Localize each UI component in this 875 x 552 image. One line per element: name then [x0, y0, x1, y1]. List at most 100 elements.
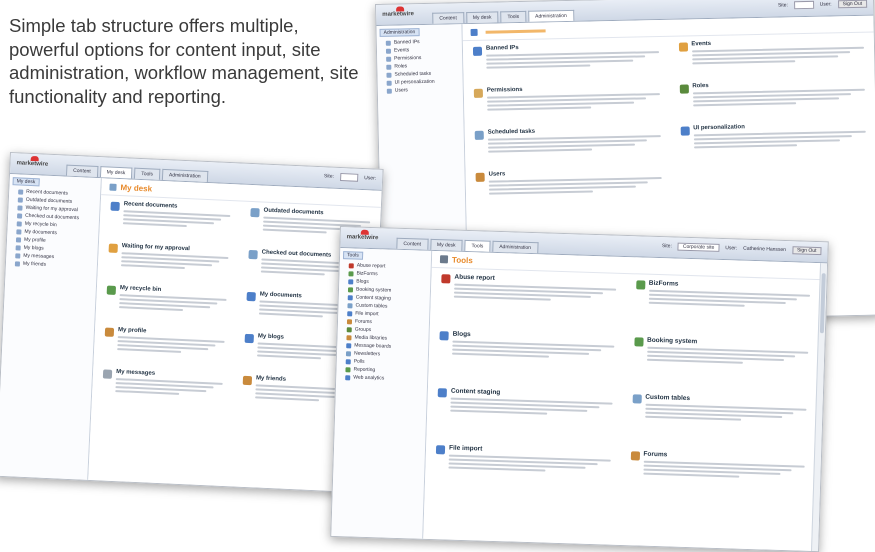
tab-tools[interactable]: Tools — [134, 167, 161, 180]
card-grid: Banned IPs Events Permissions Roles Schedule… — [472, 38, 867, 214]
tool-card-abuse-report[interactable]: Abuse report — [440, 273, 616, 335]
tool-card-events[interactable]: Events — [678, 38, 865, 84]
sign-out-button[interactable]: Sign Out — [837, 0, 868, 9]
tree-root[interactable]: Tools — [342, 251, 363, 260]
sidebar-item-label: Polls — [353, 358, 365, 365]
abuse-report-icon — [441, 274, 451, 284]
newsletters-icon — [345, 350, 352, 356]
ui-personalization-icon — [386, 80, 392, 86]
message-boards-icon — [346, 342, 352, 348]
page-title: Tools — [451, 255, 473, 265]
my-documents-icon — [246, 291, 256, 302]
logo: marketwire — [16, 155, 55, 172]
tool-card-booking-system[interactable]: Booking system — [632, 336, 809, 398]
tab-content[interactable]: Content — [432, 12, 464, 24]
sidebar-item-web-analytics[interactable]: Web analytics — [339, 373, 424, 384]
section-icon — [470, 28, 478, 36]
tab-my-desk[interactable]: My desk — [465, 11, 499, 24]
tool-card-my-profile[interactable]: My profile — [103, 326, 225, 373]
tool-card-permissions[interactable]: Permissions — [473, 84, 660, 130]
tree-root[interactable]: Administration — [379, 28, 420, 37]
card-title[interactable]: Events — [691, 38, 864, 47]
sidebar-item-label: Users — [394, 87, 408, 94]
reporting-icon — [345, 366, 351, 372]
site-select[interactable] — [339, 172, 359, 182]
tools-icon — [439, 255, 449, 264]
tab-tools[interactable]: Tools — [464, 239, 491, 252]
tool-card-content-staging[interactable]: Content staging — [436, 387, 613, 449]
tool-card-ui-personalization[interactable]: UI personalization — [680, 122, 866, 168]
section-icon — [109, 183, 117, 191]
tab-administration[interactable]: Administration — [492, 240, 539, 254]
tool-card-my-recycle-bin[interactable]: My recycle bin — [105, 285, 227, 332]
waiting-for-my-approval-icon — [108, 243, 118, 253]
sidebar-item-label: Content staging — [355, 294, 391, 302]
sidebar-item-label: Forums — [354, 318, 373, 326]
sidebar-item-label: My blogs — [23, 244, 44, 252]
tab-administration[interactable]: Administration — [161, 168, 208, 182]
sidebar-item-label: My profile — [23, 236, 46, 244]
bizforms-icon — [348, 270, 354, 276]
tool-card-my-messages[interactable]: My messages — [101, 368, 223, 415]
forums-icon — [630, 451, 640, 461]
recent-documents-icon — [18, 188, 24, 195]
tab-administration[interactable]: Administration — [528, 9, 574, 22]
bizforms-icon — [635, 280, 645, 290]
tab-content[interactable]: Content — [396, 237, 429, 250]
tool-card-forums[interactable]: Forums — [629, 450, 805, 512]
scheduled-tasks-icon — [474, 130, 484, 140]
tab-content[interactable]: Content — [65, 164, 98, 177]
tool-card-banned-ips[interactable]: Banned IPs — [472, 42, 659, 88]
tree-root[interactable]: My desk — [12, 177, 40, 187]
card-title[interactable]: Banned IPs — [486, 42, 659, 52]
custom-tables-icon — [347, 302, 353, 308]
card-description — [691, 46, 865, 65]
sidebar-item-label: BizForms — [356, 270, 378, 278]
card-grid: Recent documents Outdated documents Waitin… — [101, 201, 371, 423]
tab-my-desk[interactable]: My desk — [429, 238, 463, 251]
tool-card-users[interactable]: Users — [475, 168, 662, 214]
tool-card-file-import[interactable]: File import — [434, 444, 611, 506]
user-label: User: — [364, 175, 377, 182]
sidebar-item-label: Abuse report — [356, 262, 386, 270]
tool-card-bizforms[interactable]: BizForms — [634, 279, 811, 341]
tool-card-recent-documents[interactable]: Recent documents — [109, 201, 231, 248]
card-description — [452, 340, 614, 360]
card-description — [115, 378, 223, 397]
screenshot-tools: marketwire Content My desk Tools Adminis… — [330, 226, 829, 552]
site-select[interactable] — [793, 0, 814, 10]
my-profile-icon — [15, 236, 22, 243]
site-label: Site: — [661, 243, 672, 250]
permissions-icon — [386, 56, 392, 62]
tool-card-scheduled-tasks[interactable]: Scheduled tasks — [474, 126, 661, 172]
card-description — [644, 403, 807, 423]
tool-card-blogs[interactable]: Blogs — [438, 330, 614, 392]
tool-card-custom-tables[interactable]: Custom tables — [631, 393, 807, 455]
card-description — [488, 177, 662, 195]
tab-tools[interactable]: Tools — [500, 10, 527, 23]
main-content: Tools Abuse report BizForms Blogs Booking s… — [423, 250, 822, 551]
logo: marketwire — [382, 6, 420, 22]
scrollbar-thumb[interactable] — [819, 273, 826, 334]
tool-card-roles[interactable]: Roles — [679, 80, 865, 126]
tool-card-waiting-for-my-approval[interactable]: Waiting for my approval — [107, 243, 229, 290]
my-profile-icon — [104, 327, 115, 337]
sidebar-tree: My desk Recent documents Outdated documen… — [0, 174, 102, 480]
site-select[interactable]: Corporate site — [677, 242, 720, 252]
banned-ips-icon — [472, 46, 483, 56]
tab-my-desk[interactable]: My desk — [99, 166, 133, 179]
sidebar-item-users[interactable]: Users — [381, 85, 460, 95]
title-accent — [485, 28, 546, 34]
sidebar-item-label: UI personalization — [394, 78, 435, 86]
logo: marketwire — [346, 229, 384, 245]
scheduled-tasks-icon — [386, 72, 392, 78]
checked-out-documents-icon — [248, 249, 258, 260]
site-label: Site: — [777, 2, 789, 9]
abuse-report-icon — [348, 262, 354, 268]
my-recycle-bin-icon — [16, 220, 22, 227]
custom-tables-icon — [632, 394, 642, 404]
sign-out-button[interactable]: Sign Out — [791, 246, 822, 256]
content-staging-icon — [437, 388, 447, 398]
card-description — [648, 289, 811, 309]
roles-icon — [679, 84, 689, 94]
